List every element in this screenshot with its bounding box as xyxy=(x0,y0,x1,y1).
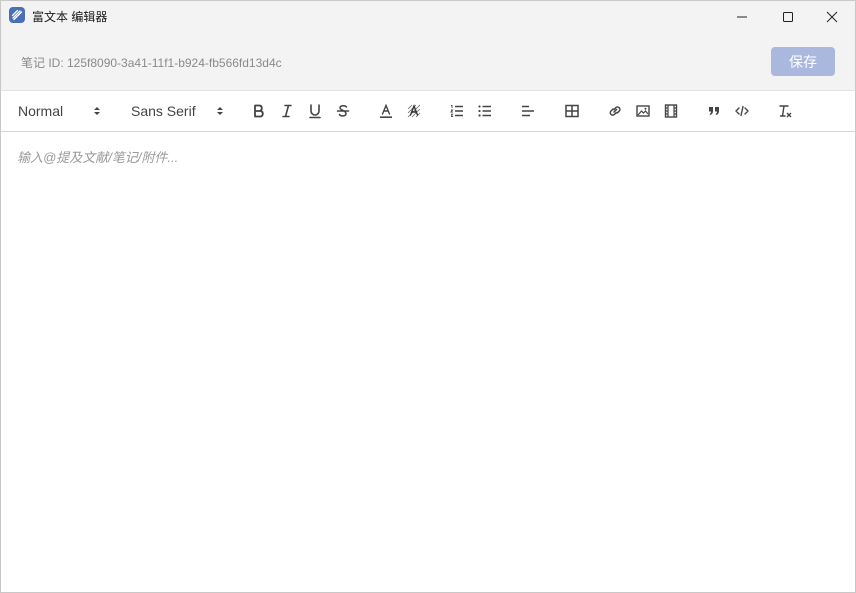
header-select[interactable]: Normal xyxy=(18,91,108,131)
video-button[interactable] xyxy=(661,101,681,121)
align-button[interactable] xyxy=(518,101,538,121)
font-select-value: Sans Serif xyxy=(131,103,196,119)
link-button[interactable] xyxy=(605,101,625,121)
clear-format-button[interactable] xyxy=(775,101,795,121)
minimize-icon xyxy=(737,16,747,17)
clear-format-icon xyxy=(779,105,792,118)
table-icon xyxy=(565,104,579,118)
maximize-icon xyxy=(783,11,793,22)
ordered-list-icon xyxy=(450,105,463,118)
close-icon xyxy=(826,11,838,22)
app-logo-icon xyxy=(9,7,25,23)
editor-window: 富文本 编辑器 笔记 ID: 125f8090-3a41-11f1-b924-f… xyxy=(0,0,856,593)
maximize-button[interactable] xyxy=(765,1,811,32)
image-icon xyxy=(636,105,650,117)
blockquote-icon xyxy=(709,107,719,115)
text-color-button[interactable] xyxy=(376,101,396,121)
ordered-list-button[interactable] xyxy=(447,101,467,121)
underline-button[interactable] xyxy=(305,101,325,121)
strike-icon xyxy=(336,104,350,117)
code-block-button[interactable] xyxy=(732,101,752,121)
bullet-list-icon xyxy=(478,105,491,117)
image-button[interactable] xyxy=(633,101,653,121)
format-toolbar: Normal Sans Serif xyxy=(1,91,855,132)
table-button[interactable] xyxy=(562,101,582,121)
header-select-value: Normal xyxy=(18,103,64,119)
bold-icon xyxy=(254,104,264,118)
save-button[interactable]: 保存 xyxy=(771,47,835,76)
underline-icon xyxy=(309,104,321,119)
font-select[interactable]: Sans Serif xyxy=(131,91,231,131)
select-arrows-icon xyxy=(217,107,223,115)
background-color-icon xyxy=(407,104,421,118)
title-bar[interactable]: 富文本 编辑器 xyxy=(1,1,855,32)
editor-area[interactable]: 输入@提及文献/笔记/附件... xyxy=(1,132,855,592)
blockquote-button[interactable] xyxy=(704,101,724,121)
video-icon xyxy=(664,104,678,118)
close-button[interactable] xyxy=(809,1,855,32)
bullet-list-button[interactable] xyxy=(475,101,495,121)
window-title: 富文本 编辑器 xyxy=(32,10,108,24)
italic-button[interactable] xyxy=(277,101,297,121)
background-color-button[interactable] xyxy=(404,101,424,121)
code-block-icon xyxy=(735,105,749,117)
bold-button[interactable] xyxy=(249,101,269,121)
italic-icon xyxy=(282,104,292,118)
link-icon xyxy=(609,106,621,116)
strike-button[interactable] xyxy=(333,101,353,121)
editor-placeholder: 输入@提及文献/笔记/附件... xyxy=(17,150,179,165)
minimize-button[interactable] xyxy=(719,1,765,32)
note-header: 笔记 ID: 125f8090-3a41-11f1-b924-fb566fd13… xyxy=(1,32,855,91)
text-color-icon xyxy=(380,103,392,118)
note-id-label: 笔记 ID: 125f8090-3a41-11f1-b924-fb566fd13… xyxy=(21,56,282,70)
select-arrows-icon xyxy=(94,107,100,115)
align-icon xyxy=(522,105,534,117)
